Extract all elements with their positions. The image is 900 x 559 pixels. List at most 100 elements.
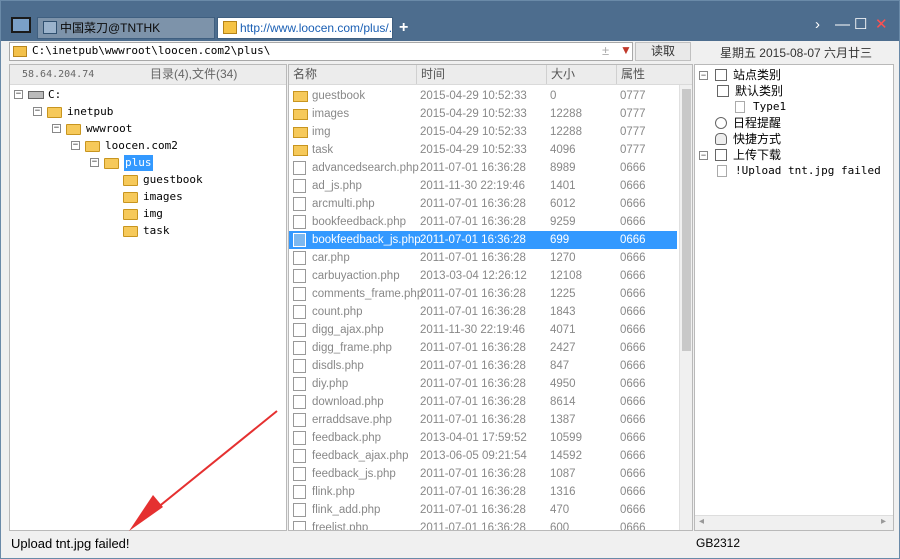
file-row[interactable]: arcmulti.php 2011-07-01 16:36:28 6012 0666	[289, 195, 677, 213]
vertical-scrollbar[interactable]	[679, 85, 692, 530]
address-bar: C:\inetpub\wwwroot\loocen.com2\plus\ ± ▼…	[1, 41, 899, 63]
file-row[interactable]: bookfeedback_js.php 2011-07-01 16:36:28 69…	[289, 231, 677, 249]
file-time: 2015-04-29 10:52:33	[420, 126, 527, 138]
file-attr: 0666	[620, 522, 646, 531]
file-icon	[293, 431, 306, 445]
side-tree-label: !Upload tnt.jpg failed	[735, 164, 881, 177]
file-row[interactable]: diy.php 2011-07-01 16:36:28 4950 0666	[289, 375, 677, 393]
file-time: 2013-03-04 12:26:12	[420, 270, 527, 282]
collapse-icon[interactable]: −	[52, 124, 61, 133]
file-time: 2011-07-01 16:36:28	[420, 504, 526, 516]
tree-node-label: wwwroot	[86, 122, 133, 135]
collapse-icon[interactable]: −	[14, 90, 23, 99]
file-time: 2011-07-01 16:36:28	[420, 396, 526, 408]
file-row[interactable]: feedback_ajax.php 2013-06-05 09:21:54 1459…	[289, 447, 677, 465]
file-name: feedback_js.php	[312, 468, 396, 480]
file-list-header: 名称 时间 大小 属性	[289, 65, 692, 85]
file-row[interactable]: count.php 2011-07-01 16:36:28 1843 0666	[289, 303, 677, 321]
chevron-down-icon[interactable]: ▼	[620, 43, 632, 57]
file-name: arcmulti.php	[312, 198, 375, 210]
file-attr: 0777	[620, 108, 646, 120]
horizontal-scrollbar[interactable]: ◂ ▸	[695, 515, 893, 530]
file-size: 12108	[550, 270, 582, 282]
file-size: 8614	[550, 396, 576, 408]
file-name: car.php	[312, 252, 350, 264]
file-row[interactable]: flink.php 2011-07-01 16:36:28 1316 0666	[289, 483, 677, 501]
side-tree-label: 站点类别	[733, 68, 782, 82]
file-row[interactable]: advancedsearch.php 2011-07-01 16:36:28 898…	[289, 159, 677, 177]
file-attr: 0777	[620, 144, 646, 156]
file-row[interactable]: disdls.php 2011-07-01 16:36:28 847 0666	[289, 357, 677, 375]
file-row[interactable]: comments_frame.php 2011-07-01 16:36:28 122…	[289, 285, 677, 303]
read-button[interactable]: 读取	[635, 42, 691, 61]
file-row[interactable]: feedback.php 2013-04-01 17:59:52 10599 0666	[289, 429, 677, 447]
scroll-left-icon[interactable]: ◂	[699, 516, 704, 527]
app-icon[interactable]	[11, 17, 31, 33]
scrollbar-thumb[interactable]	[682, 89, 691, 351]
file-row[interactable]: images 2015-04-29 10:52:33 12288 0777	[289, 105, 677, 123]
column-attr[interactable]: 属性	[616, 65, 645, 84]
file-icon	[293, 377, 306, 391]
file-row[interactable]: flink_add.php 2011-07-01 16:36:28 470 0666	[289, 501, 677, 519]
tree-node-label: images	[143, 190, 183, 203]
file-icon	[293, 485, 306, 499]
tree-node-label: img	[143, 207, 163, 220]
new-tab-button[interactable]: +	[399, 17, 408, 39]
file-row[interactable]: task 2015-04-29 10:52:33 4096 0777	[289, 141, 677, 159]
file-row[interactable]: guestbook 2015-04-29 10:52:33 0 0777	[289, 87, 677, 105]
file-icon	[293, 323, 306, 337]
collapse-icon[interactable]	[699, 135, 708, 144]
file-row[interactable]: freelist.php 2011-07-01 16:36:28 600 0666	[289, 519, 677, 531]
folder-icon	[293, 127, 308, 138]
file-time: 2015-04-29 10:52:33	[420, 90, 527, 102]
plus-minus-icon[interactable]: ±	[602, 43, 609, 58]
file-row[interactable]: img 2015-04-29 10:52:33 12288 0777	[289, 123, 677, 141]
minimize-button[interactable]: —	[835, 16, 850, 34]
collapse-icon[interactable]	[699, 119, 708, 128]
collapse-icon[interactable]: −	[699, 71, 708, 80]
folder-icon	[123, 175, 138, 186]
maximize-button[interactable]: ☐	[854, 16, 867, 34]
file-attr: 0666	[620, 234, 646, 246]
file-attr: 0666	[620, 360, 646, 372]
path-input[interactable]: C:\inetpub\wwwroot\loocen.com2\plus\ ± ▼	[9, 42, 633, 61]
column-size[interactable]: 大小	[546, 65, 575, 84]
chevron-right-icon[interactable]: ›	[815, 16, 820, 34]
file-icon	[293, 215, 306, 229]
side-tree-label: 日程提醒	[733, 116, 782, 130]
tab-file-manager[interactable]: http://www.loocen.com/plus/...	[217, 17, 393, 39]
file-row[interactable]: carbuyaction.php 2013-03-04 12:26:12 12108…	[289, 267, 677, 285]
file-name: disdls.php	[312, 360, 364, 372]
collapse-icon[interactable]: −	[90, 158, 99, 167]
file-row[interactable]: ad_js.php 2011-11-30 22:19:46 1401 0666	[289, 177, 677, 195]
collapse-icon[interactable]: −	[699, 151, 708, 160]
file-row[interactable]: digg_ajax.php 2011-11-30 22:19:46 4071 0666	[289, 321, 677, 339]
file-row[interactable]: download.php 2011-07-01 16:36:28 8614 0666	[289, 393, 677, 411]
collapse-icon[interactable]: −	[33, 107, 42, 116]
file-row[interactable]: erraddsave.php 2011-07-01 16:36:28 1387 066…	[289, 411, 677, 429]
side-tree-label: 快捷方式	[733, 132, 782, 146]
dir-file-count: 目录(4),文件(34)	[150, 67, 238, 81]
tab-shell-manager[interactable]: 中国菜刀@TNTHK	[37, 17, 215, 39]
file-time: 2011-07-01 16:36:28	[420, 216, 526, 228]
file-size: 4071	[550, 324, 576, 336]
file-row[interactable]: feedback_js.php 2011-07-01 16:36:28 1087 06…	[289, 465, 677, 483]
file-icon	[293, 251, 306, 265]
close-button[interactable]: ✕	[875, 16, 888, 34]
file-row[interactable]: digg_frame.php 2011-07-01 16:36:28 2427 066…	[289, 339, 677, 357]
file-name: digg_ajax.php	[312, 324, 384, 336]
column-name[interactable]: 名称	[289, 65, 317, 84]
file-row[interactable]: car.php 2011-07-01 16:36:28 1270 0666	[289, 249, 677, 267]
scroll-right-icon[interactable]: ▸	[881, 516, 886, 527]
file-icon	[293, 449, 306, 463]
file-row[interactable]: bookfeedback.php 2011-07-01 16:36:28 9259 0…	[289, 213, 677, 231]
file-name: task	[312, 144, 334, 156]
file-size: 1387	[550, 414, 576, 426]
file-name: digg_frame.php	[312, 342, 392, 354]
file-attr: 0666	[620, 198, 646, 210]
folder-icon	[293, 109, 308, 120]
file-name: img	[312, 126, 331, 138]
collapse-icon[interactable]: −	[71, 141, 80, 150]
file-size: 4950	[550, 378, 576, 390]
column-time[interactable]: 时间	[416, 65, 445, 84]
